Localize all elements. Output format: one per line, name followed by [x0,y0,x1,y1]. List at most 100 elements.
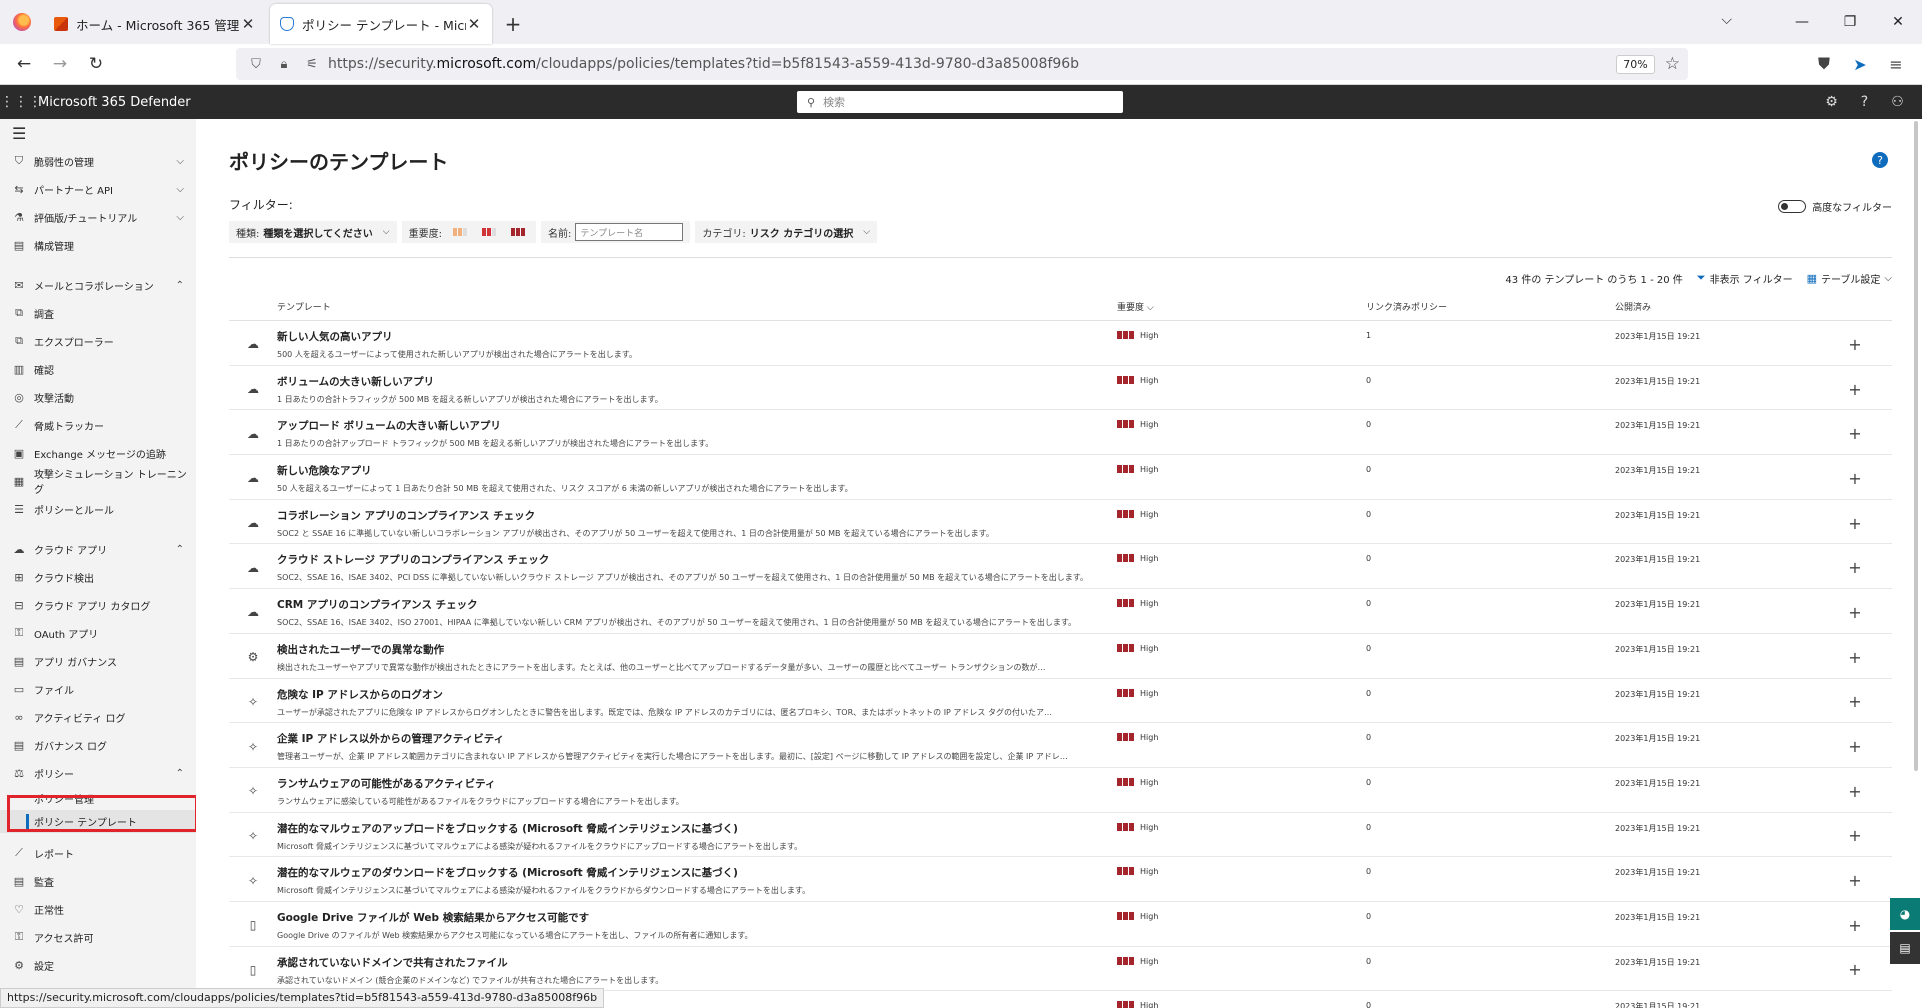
create-policy-plus-icon[interactable]: + [1835,679,1875,723]
create-policy-plus-icon[interactable]: + [1835,366,1875,410]
template-name[interactable]: 危険な IP アドレスからのログオン [277,687,1117,702]
table-row[interactable]: ☁ 新しい危険なアプリ 50 人を超えるユーザーによって 1 日あたり合計 50… [229,455,1892,500]
table-settings-button[interactable]: ▦ テーブル設定 ⌵ [1807,271,1892,286]
sidebar-item-reports[interactable]: ⟋ レポート [0,839,196,867]
toggle-switch[interactable] [1778,200,1807,213]
column-header-template[interactable]: テンプレート [277,300,1117,313]
create-policy-plus-icon[interactable]: + [1835,857,1875,901]
type-filter-dropdown[interactable]: 種類: 種類を選択してください ⌵ [229,221,397,243]
template-name[interactable]: クラウド ストレージ アプリのコンプライアンス チェック [277,552,1117,567]
search-input[interactable]: ⚲ 検索 [797,91,1123,113]
reload-button[interactable]: ↻ [80,48,112,80]
template-name[interactable]: アップロード ボリュームの大きい新しいアプリ [277,418,1117,433]
table-row[interactable]: ☁ クラウド ストレージ アプリのコンプライアンス チェック SOC2、SSAE… [229,544,1892,590]
severity-high-toggle[interactable] [508,226,529,238]
sidebar-item-app-governance[interactable]: ▤ アプリ ガバナンス [0,647,196,675]
template-name[interactable]: Google Drive ファイルが Web 検索結果からアクセス可能です [277,910,1117,925]
shield-icon[interactable]: ⛉ [244,57,268,72]
template-name[interactable]: 新しい危険なアプリ [277,463,1117,478]
feedback-icon[interactable]: ▤ [1890,932,1920,964]
sidebar-item-partners-api[interactable]: ⇆ パートナーと API ⌵ [0,175,196,203]
template-name[interactable]: 企業 IP アドレス以外からの管理アクティビティ [277,731,1117,746]
table-row[interactable]: ✧ 潜在的なマルウェアのダウンロードをブロックする (Microsoft 脅威イ… [229,857,1892,902]
create-policy-plus-icon[interactable]: + [1835,410,1875,454]
lock-icon[interactable]: 🔒︎ [272,57,296,72]
sidebar-item-policies-rules[interactable]: ☰ ポリシーとルール [0,495,196,523]
sidebar-section-cloud-apps[interactable]: ☁ クラウド アプリ ⌃ [0,535,196,563]
sidebar-item-evaluation[interactable]: ⚗ 評価版/チュートリアル ⌵ [0,203,196,231]
permissions-icon[interactable]: ⚟ [300,57,324,72]
table-row[interactable]: ☁ アップロード ボリュームの大きい新しいアプリ 1 日あたりの合計アップロード… [229,410,1892,456]
sidebar-item-activity-log[interactable]: ∞ アクティビティ ログ [0,703,196,731]
template-name[interactable]: 検出されたユーザーでの異常な動作 [277,642,1117,657]
sidebar-item-attack-simulation[interactable]: ▦ 攻撃シミュレーション トレーニング [0,467,196,496]
create-policy-plus-icon[interactable]: + [1835,544,1875,588]
sidebar-item-review[interactable]: ▥ 確認 [0,355,196,383]
table-row[interactable]: ✧ 危険な IP アドレスからのログオン ユーザーが承認されたアプリに危険な I… [229,679,1892,724]
table-row[interactable]: ✧ 企業 IP アドレス以外からの管理アクティビティ 管理者ユーザーが、企業 I… [229,723,1892,768]
url-text[interactable]: https://security.microsoft.com/cloudapps… [328,56,1616,72]
template-name[interactable]: 潜在的なマルウェアのアップロードをブロックする (Microsoft 脅威インテ… [277,821,1117,836]
bookmark-star-icon[interactable]: ☆ [1665,54,1680,74]
help-icon[interactable]: ? [1848,94,1881,110]
back-button[interactable]: ← [8,48,40,80]
close-tab-icon[interactable]: ✕ [240,15,256,33]
menu-icon[interactable]: ≡ [1878,55,1914,74]
create-policy-plus-icon[interactable]: + [1835,991,1875,1008]
template-name[interactable]: ボリュームの大きい新しいアプリ [277,374,1117,389]
minimize-button[interactable]: — [1778,0,1826,44]
sidebar-item-cloud-catalog[interactable]: ⊟ クラウド アプリ カタログ [0,591,196,619]
sidebar-item-explorer[interactable]: ⧉ エクスプローラー [0,327,196,355]
help-circle-icon[interactable]: ? [1872,152,1888,168]
extension-icon[interactable]: ➤ [1842,55,1878,74]
browser-tab-admin-center[interactable]: ホーム - Microsoft 365 管理センター ✕ [44,4,266,44]
advanced-filter-toggle[interactable]: 高度なフィルター [1778,199,1892,214]
create-policy-plus-icon[interactable]: + [1835,634,1875,678]
sidebar-item-files[interactable]: ▭ ファイル [0,675,196,703]
sidebar-item-audit[interactable]: ▤ 監査 [0,867,196,895]
table-row[interactable]: ▯ 承認されていないドメインで共有されたファイル 承認されていないドメイン (競… [229,947,1892,992]
browser-tab-policy-templates[interactable]: ポリシー テンプレート - Microsoft 365 ✕ [270,4,492,44]
restore-button[interactable]: ❐ [1826,0,1874,44]
table-row[interactable]: ☁ 新しい人気の高いアプリ 500 人を超えるユーザーによって使用された新しいア… [229,321,1892,366]
app-launcher-icon[interactable]: ⋮⋮⋮ [0,94,42,110]
template-name[interactable]: 新しい人気の高いアプリ [277,329,1117,344]
create-policy-plus-icon[interactable]: + [1835,902,1875,946]
create-policy-plus-icon[interactable]: + [1835,723,1875,767]
sidebar-section-policies[interactable]: ⚖ ポリシー ⌃ [0,759,196,787]
scrollbar[interactable] [1914,121,1918,771]
table-row[interactable]: ✧ ランサムウェアの可能性があるアクティビティ ランサムウェアに感染している可能… [229,768,1892,813]
account-icon[interactable]: ⚇ [1881,94,1914,110]
create-policy-plus-icon[interactable]: + [1835,500,1875,544]
create-policy-plus-icon[interactable]: + [1835,768,1875,812]
table-row[interactable]: ⚙ 検出されたユーザーでの異常な動作 検出されたユーザーやアプリで異常な動作が検… [229,634,1892,679]
sidebar-item-exchange-trace[interactable]: ▣ Exchange メッセージの追跡 [0,439,196,467]
template-name[interactable]: 潜在的なマルウェアのダウンロードをブロックする (Microsoft 脅威インテ… [277,865,1117,880]
create-policy-plus-icon[interactable]: + [1835,321,1875,365]
column-header-linked-policies[interactable]: リンク済みポリシー [1366,300,1615,313]
create-policy-plus-icon[interactable]: + [1835,947,1875,991]
sidebar-item-health[interactable]: ♡ 正常性 [0,895,196,923]
table-row[interactable]: ✧ 潜在的なマルウェアのアップロードをブロックする (Microsoft 脅威イ… [229,813,1892,858]
create-policy-plus-icon[interactable]: + [1835,589,1875,633]
template-name[interactable]: ランサムウェアの可能性があるアクティビティ [277,776,1117,791]
firefox-icon[interactable] [0,0,44,44]
tab-list-chevron-icon[interactable]: ⌵ [1721,12,1732,28]
table-row[interactable]: ☁ CRM アプリのコンプライアンス チェック SOC2、SSAE 16、ISA… [229,589,1892,634]
hide-filter-button[interactable]: ⏷ 非表示 フィルター [1697,271,1793,286]
table-row[interactable]: ☁ ボリュームの大きい新しいアプリ 1 日あたりの合計トラフィックが 500 M… [229,366,1892,411]
gear-icon[interactable]: ⚙ [1815,94,1848,110]
sidebar-item-threat-tracker[interactable]: ⟋ 脅威トラッカー [0,411,196,439]
sidebar-item-vulnerability[interactable]: ⛉ 脆弱性の管理 ⌵ [0,147,196,175]
sidebar-item-governance-log[interactable]: ▤ ガバナンス ログ [0,731,196,759]
sidebar-item-config[interactable]: ▤ 構成管理 [0,231,196,259]
create-policy-plus-icon[interactable]: + [1835,813,1875,857]
hamburger-icon[interactable]: ☰ [0,119,196,147]
sidebar-item-cloud-discovery[interactable]: ⊞ クラウド検出 [0,563,196,591]
create-policy-plus-icon[interactable]: + [1835,455,1875,499]
table-row[interactable]: ▯ Google Drive ファイルが Web 検索結果からアクセス可能です … [229,902,1892,947]
column-header-published[interactable]: 公開済み [1615,300,1835,313]
pocket-icon[interactable]: ⛊ [1806,54,1842,74]
column-header-severity[interactable]: 重要度 ⌵ [1117,300,1366,313]
close-window-button[interactable]: ✕ [1874,0,1922,44]
